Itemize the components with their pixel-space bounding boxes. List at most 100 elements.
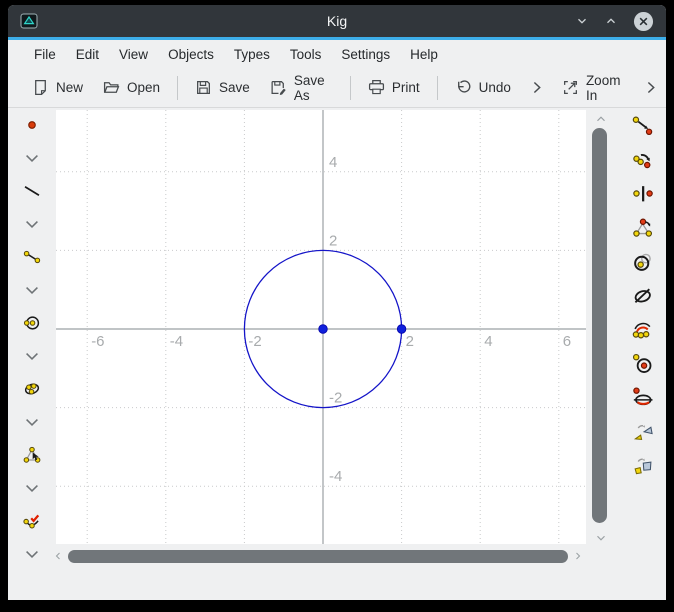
toolbar-button-label: Zoom In <box>586 73 625 103</box>
chevron-down-tool[interactable] <box>22 214 42 234</box>
menu-item-types[interactable]: Types <box>224 43 280 66</box>
toolbar-button-save[interactable]: Save <box>185 72 260 103</box>
test-icon <box>23 512 41 530</box>
undo-icon <box>455 79 472 96</box>
line-tool[interactable] <box>22 181 42 201</box>
circle-tool[interactable] <box>22 313 42 333</box>
status-bar <box>8 564 666 600</box>
toolbar-button-zoom-in[interactable]: Zoom In <box>552 66 635 110</box>
conic-tool[interactable] <box>22 379 42 399</box>
segment-tool[interactable] <box>22 247 42 267</box>
toolbar-button-chevron-right[interactable] <box>521 72 552 103</box>
rotate-icon <box>632 149 653 170</box>
right-toolbar <box>616 108 666 600</box>
arc-icon <box>632 319 653 340</box>
menu-item-edit[interactable]: Edit <box>66 43 109 66</box>
scroll-down-button[interactable] <box>594 531 608 541</box>
cross-ellipse-tool[interactable] <box>631 284 653 306</box>
point-object[interactable] <box>319 325 328 334</box>
toolbar-button-label: Undo <box>479 80 511 95</box>
menu-item-help[interactable]: Help <box>400 43 448 66</box>
horizontal-scrollbar-thumb[interactable] <box>68 550 568 563</box>
translate-tool[interactable] <box>631 114 653 136</box>
scroll-right-button[interactable] <box>572 550 584 562</box>
menu-item-settings[interactable]: Settings <box>331 43 400 66</box>
polygon-tool[interactable] <box>22 445 42 465</box>
toolbar-button-chevron-right[interactable] <box>635 72 666 103</box>
window-title: Kig <box>8 13 666 29</box>
polygon-icon <box>23 446 41 464</box>
toolbar-button-save-as[interactable]: Save As <box>260 66 343 110</box>
projective-tool[interactable] <box>631 454 653 476</box>
line-icon <box>23 182 41 200</box>
chevron-down-icon <box>23 479 41 497</box>
chevron-down-tool[interactable] <box>22 346 42 366</box>
canvas-area[interactable]: -6-4-224642-2-4 <box>56 110 586 544</box>
chevron-down-tool[interactable] <box>22 478 42 498</box>
conic-icon <box>23 380 41 398</box>
save-as-icon <box>270 79 287 96</box>
chevron-down-tool[interactable] <box>22 280 42 300</box>
test-tool[interactable] <box>22 511 42 531</box>
x-tick-label: 4 <box>484 333 492 350</box>
open-icon <box>103 79 120 96</box>
minimize-button[interactable] <box>575 14 589 28</box>
point-object[interactable] <box>397 325 406 334</box>
cross-ellipse-icon <box>632 285 653 306</box>
invert-icon <box>632 251 653 272</box>
reflect-icon <box>632 183 653 204</box>
chevron-down-tool[interactable] <box>22 544 42 564</box>
rotate-tool[interactable] <box>631 148 653 170</box>
menu-item-view[interactable]: View <box>109 43 158 66</box>
chevron-down-icon <box>23 149 41 167</box>
horizontal-scrollbar[interactable] <box>52 548 584 564</box>
kig-window: Kig FileEditViewObjectsTypesToolsSetting… <box>8 5 666 600</box>
toolbar-separator <box>437 76 438 100</box>
toolbar-button-label: New <box>56 80 83 95</box>
main-toolbar: New Open SaveSave As Print Undo Zoom In <box>8 68 666 108</box>
close-button[interactable] <box>633 11 654 32</box>
zoom-in-icon <box>562 79 579 96</box>
toolbar-button-undo[interactable]: Undo <box>445 72 521 103</box>
segment-icon <box>23 248 41 266</box>
chevron-down-icon <box>23 413 41 431</box>
print-icon <box>368 79 385 96</box>
menu-item-objects[interactable]: Objects <box>158 43 224 66</box>
scroll-up-button[interactable] <box>594 112 608 122</box>
toolbar-button-new[interactable]: New <box>22 72 93 103</box>
x-tick-label: -4 <box>170 333 183 350</box>
reflect-tool[interactable] <box>631 182 653 204</box>
invert-tool[interactable] <box>631 250 653 272</box>
vertical-scrollbar-thumb[interactable] <box>592 128 607 523</box>
chevron-right-icon <box>642 79 659 96</box>
translate-icon <box>632 115 653 136</box>
toolbar-button-open[interactable]: Open <box>93 72 170 103</box>
geometry-canvas[interactable]: -6-4-224642-2-4 <box>56 110 586 544</box>
vertical-scrollbar[interactable] <box>592 110 616 544</box>
y-tick-label: 2 <box>329 232 337 249</box>
point-tool[interactable] <box>22 115 42 135</box>
save-icon <box>195 79 212 96</box>
menu-item-file[interactable]: File <box>24 43 66 66</box>
toolbar-separator <box>177 76 178 100</box>
point-icon <box>23 116 41 134</box>
conic-line-tool[interactable] <box>631 386 653 408</box>
chevron-down-tool[interactable] <box>22 148 42 168</box>
scale-tool[interactable] <box>631 216 653 238</box>
scroll-left-button[interactable] <box>52 550 64 562</box>
maximize-button[interactable] <box>604 14 618 28</box>
chevron-down-icon <box>23 545 41 563</box>
similarity-tool[interactable] <box>631 420 653 442</box>
transform-circle-tool[interactable] <box>631 352 653 374</box>
chevron-down-icon <box>23 281 41 299</box>
arc-tool[interactable] <box>631 318 653 340</box>
y-tick-label: -2 <box>329 390 342 407</box>
toolbar-button-label: Open <box>127 80 160 95</box>
toolbar-button-print[interactable]: Print <box>358 72 430 103</box>
x-tick-label: 6 <box>563 333 571 350</box>
titlebar[interactable]: Kig <box>8 5 666 37</box>
chevron-down-tool[interactable] <box>22 412 42 432</box>
menu-item-tools[interactable]: Tools <box>280 43 332 66</box>
x-tick-label: -2 <box>248 333 261 350</box>
chevron-right-icon <box>528 79 545 96</box>
